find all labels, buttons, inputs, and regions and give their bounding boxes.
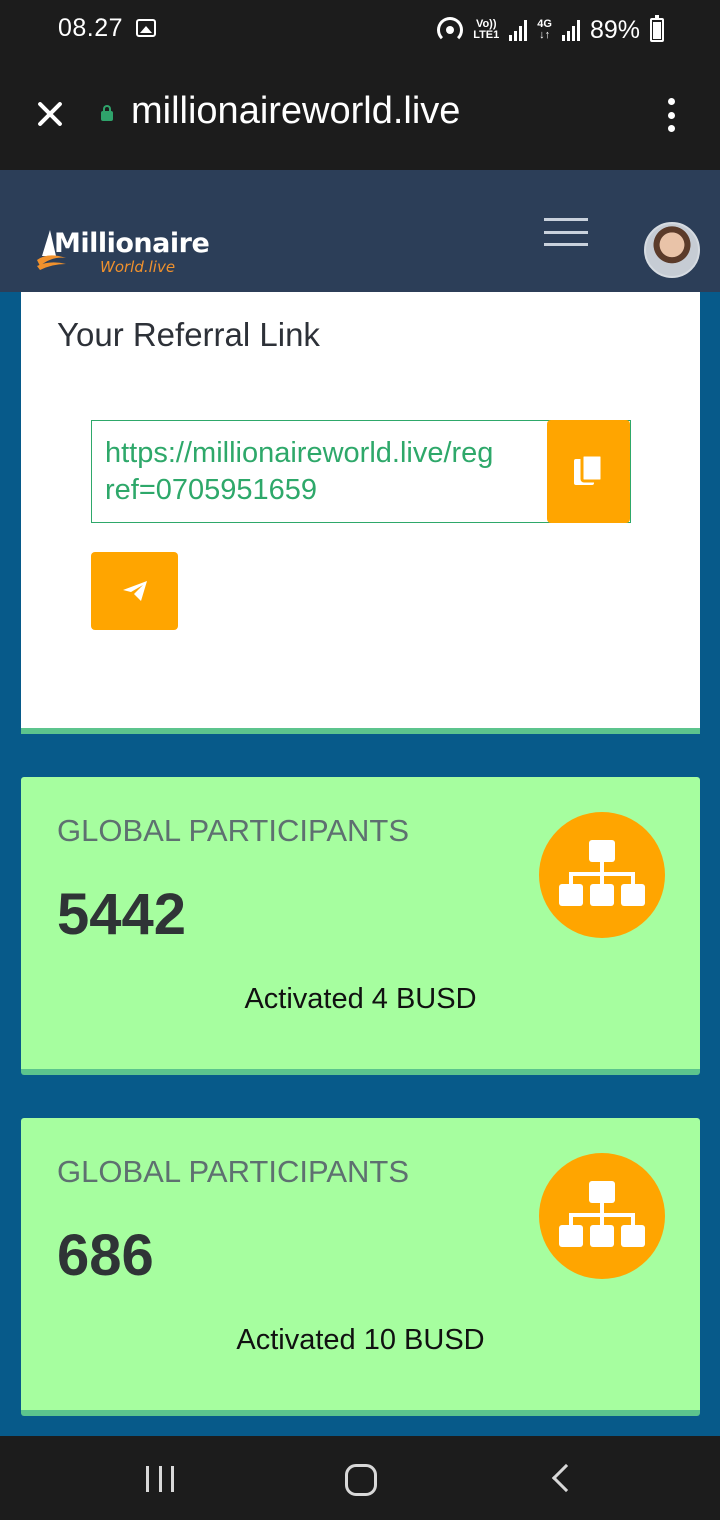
- stat-card-1: GLOBAL PARTICIPANTS 5442 Activated 4 BUS…: [21, 777, 700, 1075]
- referral-link-line-2: ref=0705951659: [105, 474, 318, 506]
- network-label-2: 4G ↓↑: [537, 19, 552, 41]
- referral-link-line-1: https://millionaireworld.live/reg: [105, 437, 494, 469]
- telegram-send-icon: [122, 581, 147, 601]
- battery-icon: [650, 15, 664, 42]
- back-icon[interactable]: [551, 1463, 581, 1493]
- stat-subtitle: Activated 4 BUSD: [244, 983, 477, 1015]
- copy-button[interactable]: [547, 420, 630, 523]
- avatar[interactable]: [644, 222, 700, 278]
- network-lte-label: LTE1: [473, 29, 500, 41]
- browser-toolbar: millionaireworld.live: [0, 60, 720, 170]
- referral-title: Your Referral Link: [57, 316, 320, 353]
- referral-link-text[interactable]: https://millionaireworld.live/reg ref=07…: [105, 435, 565, 509]
- telegram-share-button[interactable]: [91, 552, 178, 630]
- hotspot-icon: [437, 17, 464, 43]
- site-logo[interactable]: Millionaire World.live: [36, 226, 216, 276]
- stat-subtitle: Activated 10 BUSD: [236, 1324, 485, 1356]
- status-indicators: Vo)) LTE1 4G ↓↑ 89%: [437, 12, 664, 48]
- battery-percent: 89%: [589, 15, 640, 44]
- image-notification-icon: [136, 19, 156, 37]
- stat-label: GLOBAL PARTICIPANTS: [57, 1154, 410, 1189]
- signal-icon: [509, 19, 528, 41]
- signal-icon-2: [561, 19, 580, 41]
- logo-text: Millionaire: [54, 228, 210, 259]
- status-bar: 08.27 Vo)) LTE1 4G ↓↑ 89%: [0, 0, 720, 60]
- recents-icon[interactable]: [146, 1466, 174, 1492]
- system-nav-bar: [0, 1436, 720, 1520]
- referral-card: Your Referral Link https://millionairewo…: [21, 292, 700, 734]
- stat-value: 5442: [57, 882, 187, 947]
- network-data-arrows: ↓↑: [539, 29, 551, 41]
- stat-label: GLOBAL PARTICIPANTS: [57, 813, 410, 848]
- sitemap-icon: [539, 812, 665, 938]
- status-time: 08.27: [58, 14, 124, 42]
- network-label-1: Vo)) LTE1: [473, 19, 499, 41]
- lock-icon[interactable]: [101, 105, 113, 121]
- home-icon[interactable]: [345, 1464, 377, 1496]
- sitemap-icon: [539, 1153, 665, 1279]
- stat-card-2: GLOBAL PARTICIPANTS 686 Activated 10 BUS…: [21, 1118, 700, 1416]
- hamburger-icon[interactable]: [544, 218, 588, 246]
- more-vert-icon[interactable]: [664, 98, 678, 132]
- site-header: Millionaire World.live: [0, 170, 720, 292]
- copy-icon: [573, 453, 603, 485]
- close-icon[interactable]: [32, 96, 68, 132]
- logo-subtext: World.live: [100, 258, 176, 276]
- url-bar[interactable]: millionaireworld.live: [131, 90, 460, 133]
- stat-value: 686: [57, 1223, 154, 1288]
